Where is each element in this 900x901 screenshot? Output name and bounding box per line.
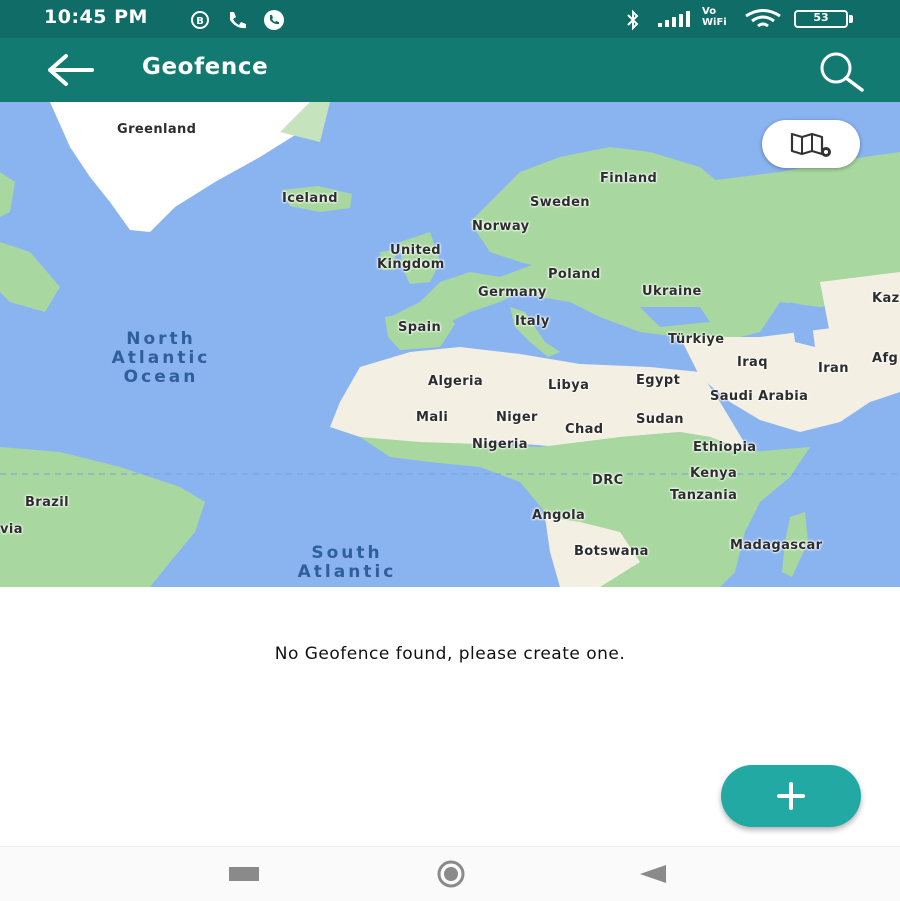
- bluetooth-icon: [627, 9, 639, 31]
- ocean-line-3: Ocean: [123, 367, 199, 387]
- status-bar: 10:45 PM B Vo WiFi 53: [0, 0, 900, 38]
- map-label-mali: Mali: [416, 410, 449, 425]
- wifi-icon: [745, 9, 781, 28]
- map-label-poland: Poland: [548, 267, 601, 282]
- notification-b-icon: B: [191, 11, 209, 29]
- map-label-botswana: Botswana: [574, 544, 649, 559]
- map-label-saudi-arabia: Saudi Arabia: [710, 389, 809, 404]
- map-label-nigeria: Nigeria: [472, 437, 528, 452]
- map-label-sweden: Sweden: [530, 195, 590, 210]
- map-label-chad: Chad: [565, 422, 604, 437]
- map-label-kaz: Kaz: [872, 291, 900, 306]
- map-label-germany: Germany: [478, 285, 547, 300]
- recent-apps-button[interactable]: [226, 861, 262, 887]
- empty-state-message: No Geofence found, please create one.: [274, 644, 626, 664]
- app-bar: Geofence: [0, 38, 900, 102]
- map-label-ukraine: Ukraine: [642, 284, 702, 299]
- battery-tip: [849, 15, 853, 23]
- status-time: 10:45 PM: [44, 6, 148, 28]
- map-label-egypt: Egypt: [636, 373, 681, 388]
- phone-call-icon: [230, 12, 246, 29]
- battery-level: 53: [813, 11, 829, 24]
- signal-icon: [658, 11, 690, 27]
- map-label-afg: Afg: [872, 351, 899, 366]
- map-label-via: via: [0, 522, 23, 537]
- map-label-drc: DRC: [592, 473, 624, 488]
- back-button[interactable]: [40, 48, 100, 92]
- map-label-italy: Italy: [515, 314, 550, 329]
- map-label-finland: Finland: [600, 171, 658, 186]
- map-label-brazil: Brazil: [25, 495, 69, 510]
- map-layers-button[interactable]: [762, 120, 860, 168]
- system-nav-bar: [0, 846, 900, 901]
- map-label-libya: Libya: [548, 378, 590, 393]
- map-label-greenland: Greenland: [117, 122, 197, 137]
- map-label-kenya: Kenya: [690, 466, 738, 481]
- ocean-line-2: Atlantic: [297, 562, 397, 582]
- map-label-spain: Spain: [398, 320, 442, 335]
- ocean-line-1: North: [126, 329, 196, 349]
- whatsapp-icon: [264, 10, 284, 30]
- map-view[interactable]: Greenland Iceland Finland Sweden Norway …: [0, 102, 900, 587]
- back-nav-button[interactable]: [636, 861, 672, 887]
- map-label-north-atlantic: North Atlantic Ocean: [95, 330, 227, 387]
- map-label-iran: Iran: [818, 361, 849, 376]
- battery-indicator: 53: [794, 10, 848, 28]
- add-geofence-button[interactable]: [721, 765, 861, 827]
- home-button[interactable]: [428, 859, 474, 889]
- search-icon: [820, 52, 864, 92]
- map-label-norway: Norway: [472, 219, 530, 234]
- ocean-line-2: Atlantic: [111, 348, 211, 368]
- map-label-angola: Angola: [532, 508, 586, 523]
- svg-text:B: B: [196, 16, 204, 27]
- vowifi-label: Vo WiFi: [702, 6, 727, 28]
- map-label-algeria: Algeria: [428, 374, 484, 389]
- page-title: Geofence: [142, 54, 269, 80]
- map-label-madagascar: Madagascar: [730, 538, 823, 553]
- map-label-south-atlantic: South Atlantic: [278, 544, 416, 582]
- arrow-left-icon: [48, 54, 94, 86]
- map-label-iraq: Iraq: [737, 355, 768, 370]
- search-button[interactable]: [806, 46, 872, 94]
- ocean-line-1: South: [311, 543, 383, 563]
- plus-icon: [777, 782, 805, 810]
- map-label-turkiye: Türkiye: [668, 332, 725, 347]
- map-label-ethiopia: Ethiopia: [693, 440, 757, 455]
- map-label-uk-2: Kingdom: [377, 257, 445, 272]
- map-label-niger: Niger: [496, 410, 538, 425]
- map-label-tanzania: Tanzania: [670, 488, 738, 503]
- map-label-iceland: Iceland: [282, 191, 338, 206]
- map-label-sudan: Sudan: [636, 412, 684, 427]
- map-layers-icon: [790, 132, 831, 157]
- map-label-uk-1: United: [390, 243, 442, 258]
